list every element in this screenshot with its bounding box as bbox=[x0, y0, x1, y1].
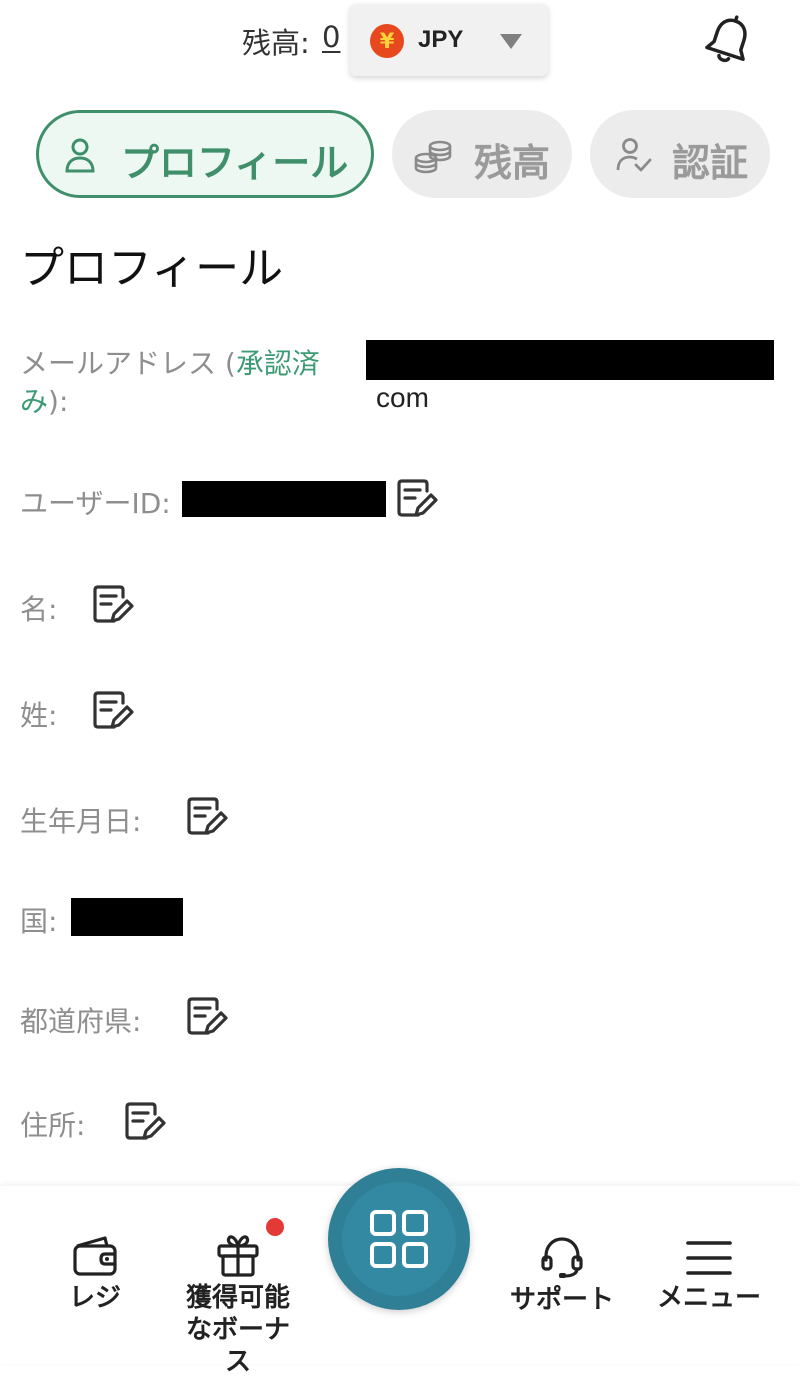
nav-support-label: サポート bbox=[509, 1285, 614, 1315]
last-name-label: 姓: bbox=[20, 699, 58, 732]
verified-status-cont: み bbox=[20, 385, 49, 418]
edit-icon[interactable] bbox=[90, 689, 134, 733]
nav-bonus-label-2: なボーナ bbox=[185, 1315, 290, 1345]
yen-icon: ¥ bbox=[370, 24, 404, 58]
verified-status: 承認済 bbox=[235, 347, 320, 380]
address-label: 住所: bbox=[20, 1109, 86, 1142]
tab-profile[interactable]: プロフィール bbox=[36, 110, 374, 198]
tab-balance[interactable]: 残高 bbox=[392, 110, 572, 198]
nav-cashier[interactable]: レジ bbox=[40, 1234, 150, 1314]
country-redacted bbox=[71, 898, 183, 936]
edit-icon[interactable] bbox=[394, 477, 438, 521]
grid-icon bbox=[370, 1210, 428, 1268]
tab-balance-label: 残高 bbox=[474, 141, 551, 185]
nav-bonus-label-1: 獲得可能 bbox=[185, 1283, 290, 1313]
email-label-suffix: ): bbox=[48, 385, 69, 418]
balance-label: 残高: bbox=[242, 26, 310, 60]
chevron-down-icon bbox=[500, 34, 522, 49]
tab-verification-label: 認証 bbox=[672, 141, 749, 185]
gift-icon bbox=[217, 1235, 259, 1277]
tab-profile-label: プロフィール bbox=[121, 141, 349, 185]
fab-inner bbox=[342, 1182, 456, 1296]
notification-dot bbox=[266, 1218, 284, 1236]
email-redacted bbox=[366, 340, 774, 380]
wallet-icon bbox=[73, 1236, 117, 1276]
edit-icon[interactable] bbox=[184, 795, 228, 839]
nav-menu-label: メニュー bbox=[656, 1283, 761, 1313]
user-check-icon bbox=[616, 138, 652, 172]
nav-support[interactable]: サポート bbox=[500, 1234, 624, 1316]
user-id-label: ユーザーID: bbox=[20, 487, 171, 520]
country-label: 国: bbox=[20, 905, 58, 938]
bottom-nav: レジ 獲得可能 なボーナ ス サポート メニュー bbox=[0, 1168, 800, 1377]
nav-cashier-label: レジ bbox=[68, 1283, 121, 1313]
nav-menu[interactable]: メニュー bbox=[650, 1238, 768, 1314]
bell-icon[interactable] bbox=[700, 14, 758, 68]
currency-selector[interactable]: ¥ JPY bbox=[350, 4, 548, 76]
hamburger-icon bbox=[686, 1241, 732, 1275]
user-icon bbox=[65, 138, 95, 173]
email-label: メールアドレス ( bbox=[20, 347, 236, 380]
birthdate-label: 生年月日: bbox=[20, 805, 142, 838]
email-value-tail: com bbox=[376, 382, 429, 413]
nav-bonus[interactable]: 獲得可能 なボーナ ス bbox=[170, 1232, 306, 1378]
prefecture-label: 都道府県: bbox=[20, 1005, 142, 1038]
first-name-label: 名: bbox=[20, 593, 58, 626]
user-id-redacted bbox=[182, 481, 386, 517]
page-title: プロフィール bbox=[20, 243, 284, 294]
nav-bonus-label-3: ス bbox=[224, 1347, 251, 1377]
center-menu-button[interactable] bbox=[328, 1168, 470, 1310]
balance-amount[interactable]: 0 bbox=[322, 20, 340, 54]
tab-verification[interactable]: 認証 bbox=[590, 110, 770, 198]
coins-icon bbox=[414, 140, 452, 174]
headset-icon bbox=[541, 1237, 583, 1278]
edit-icon[interactable] bbox=[90, 583, 134, 627]
currency-code: JPY bbox=[418, 26, 464, 53]
top-bar: 残高: 0 ¥ JPY bbox=[0, 0, 800, 90]
edit-icon[interactable] bbox=[184, 995, 228, 1039]
edit-icon[interactable] bbox=[122, 1100, 166, 1144]
